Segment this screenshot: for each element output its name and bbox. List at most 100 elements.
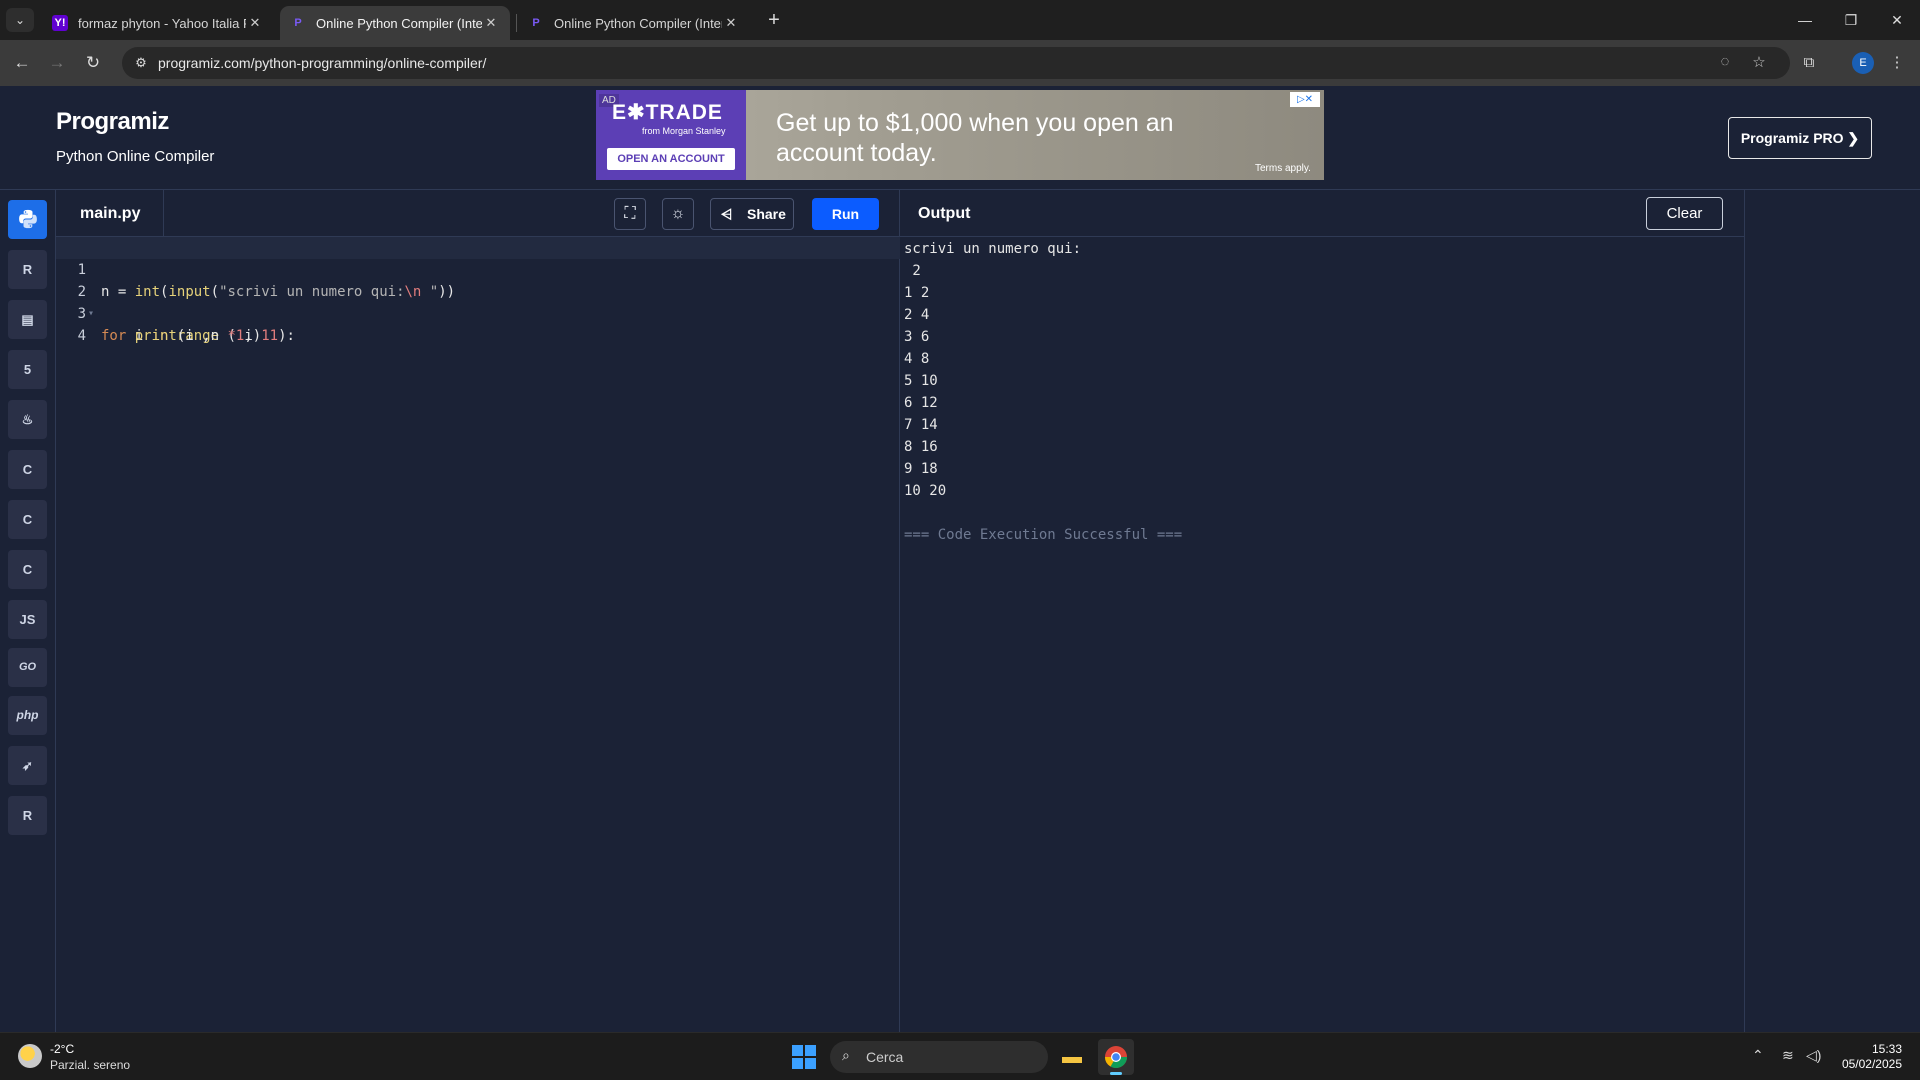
windows-start-icon[interactable] <box>792 1045 816 1069</box>
line-number: 4 <box>77 328 86 344</box>
output-line: 10 20 <box>904 483 947 499</box>
reload-button[interactable]: ↻ <box>79 50 107 76</box>
clear-button[interactable]: Clear <box>1646 197 1723 230</box>
output-title: Output <box>918 205 971 222</box>
open-account-button[interactable]: OPEN AN ACCOUNT <box>607 148 735 170</box>
go-icon[interactable]: GO <box>8 648 47 687</box>
tab-search-button[interactable]: ⌄ <box>6 8 34 32</box>
programiz-pro-button[interactable]: Programiz PRO ❯ <box>1728 117 1872 159</box>
output-line: 6 12 <box>904 395 938 411</box>
share-label: Share <box>747 206 786 222</box>
output-console[interactable]: scrivi un numero qui: 2 1 2 2 4 3 6 4 8 5 10 6… <box>904 238 1182 546</box>
tab-programiz-active[interactable]: P Online Python Compiler (Interp ✕ <box>280 6 510 40</box>
page-subtitle: Python Online Compiler <box>56 148 215 165</box>
execution-status: === Code Execution Successful === <box>904 527 1183 543</box>
code-text[interactable]: print(i ,n * i) <box>101 325 261 347</box>
browser-tab-strip: ⌄ Y! formaz phyton - Yahoo Italia Ri ✕ P… <box>0 0 1920 40</box>
java-icon[interactable]: ♨ <box>8 400 47 439</box>
output-line: 4 8 <box>904 351 930 367</box>
programiz-icon: P <box>532 17 540 29</box>
star-icon[interactable]: ☆ <box>1748 53 1770 73</box>
programiz-logo[interactable]: Programiz <box>56 108 169 136</box>
output-line: 8 16 <box>904 439 938 455</box>
extensions-icon[interactable]: ⧉ <box>1796 50 1822 76</box>
output-line: 7 14 <box>904 417 938 433</box>
output-panel: Output Clear scrivi un numero qui: 2 1 2 2… <box>900 190 1745 1032</box>
url-text[interactable]: programiz.com/python-programming/online-… <box>158 55 486 71</box>
tab-yahoo[interactable]: Y! formaz phyton - Yahoo Italia Ri ✕ <box>42 6 274 40</box>
code-area[interactable]: 1 n = int(input("scrivi un numero qui:\n… <box>56 237 900 344</box>
tab-separator <box>516 14 517 32</box>
code-line[interactable]: 1 n = int(input("scrivi un numero qui:\n… <box>56 237 900 300</box>
close-icon[interactable]: ✕ <box>246 15 264 31</box>
address-bar[interactable]: ⚙ programiz.com/python-programming/onlin… <box>122 47 1790 79</box>
php-icon[interactable]: php <box>8 696 47 735</box>
c-icon[interactable]: C <box>8 450 47 489</box>
python-logo-icon <box>18 209 37 229</box>
taskbar-clock[interactable]: 15:33 05/02/2025 <box>1832 1042 1902 1072</box>
tab-programiz[interactable]: P Online Python Compiler (Interp ✕ <box>518 6 750 40</box>
minimize-button[interactable]: — <box>1782 6 1828 34</box>
chrome-taskbar-icon[interactable] <box>1098 1039 1134 1075</box>
code-line[interactable]: 4 <box>56 303 900 344</box>
temperature[interactable]: -2°C <box>50 1042 74 1056</box>
right-gutter <box>1745 190 1920 1032</box>
sql-icon[interactable]: ▤ <box>8 300 47 339</box>
fullscreen-icon[interactable]: ⛶ <box>614 198 646 230</box>
file-tab-main[interactable]: main.py <box>56 190 164 237</box>
share-button[interactable]: ⩤ Share <box>710 198 794 230</box>
profile-avatar[interactable]: E <box>1852 52 1874 74</box>
ad-close-icon[interactable]: ▷✕ <box>1290 92 1320 107</box>
r-icon[interactable]: R <box>8 250 47 289</box>
editor-toolbar: main.py ⛶ ☼ ⩤ Share Run <box>56 190 900 237</box>
share-icon: ⩤ <box>721 206 733 222</box>
search-icon: ⌕ <box>842 1047 850 1063</box>
output-line: scrivi un numero qui: <box>904 241 1082 257</box>
programiz-icon: P <box>294 17 302 29</box>
eye-off-icon[interactable]: ◌ <box>1714 53 1736 73</box>
browser-toolbar: ← → ↻ ⚙ programiz.com/python-programming… <box>0 40 1920 86</box>
new-tab-button[interactable]: + <box>760 8 788 34</box>
chrome-icon <box>1105 1046 1127 1068</box>
html-icon[interactable]: 5 <box>8 350 47 389</box>
weather-icon[interactable] <box>18 1044 42 1068</box>
weather-description[interactable]: Parzial. sereno <box>50 1058 130 1072</box>
forward-button[interactable]: → <box>43 50 71 76</box>
theme-toggle-icon[interactable]: ☼ <box>662 198 694 230</box>
chevron-up-icon[interactable]: ⌃ <box>1752 1047 1764 1064</box>
restore-button[interactable]: ❐ <box>1828 6 1874 34</box>
python-icon[interactable] <box>8 200 47 239</box>
clock-date: 05/02/2025 <box>1841 1057 1902 1071</box>
window-close-button[interactable]: ✕ <box>1874 6 1920 34</box>
tab-title: Online Python Compiler (Interp <box>316 15 482 31</box>
etrade-logo: E✱TRADE <box>612 101 723 124</box>
run-button[interactable]: Run <box>812 198 879 230</box>
ad-headline: Get up to $1,000 when you open an accoun… <box>776 109 1174 167</box>
code-editor-panel: main.py ⛶ ☼ ⩤ Share Run 1 n = int(input(… <box>56 190 900 1032</box>
site-info-icon[interactable]: ⚙ <box>132 54 150 72</box>
taskbar-search[interactable]: ⌕ Cerca <box>830 1041 1048 1073</box>
clock-time: 15:33 <box>1871 1042 1902 1056</box>
js-icon[interactable]: JS <box>8 600 47 639</box>
output-line: 9 18 <box>904 461 938 477</box>
back-button[interactable]: ← <box>8 50 36 76</box>
file-explorer-icon[interactable]: ▬ <box>1054 1039 1090 1075</box>
wifi-icon[interactable]: ≋ <box>1782 1047 1794 1064</box>
cpp-icon[interactable]: C <box>8 500 47 539</box>
code-line[interactable]: 2 ▾ for i in range (1, 11): <box>56 259 900 344</box>
output-line: 2 <box>904 263 921 279</box>
code-line[interactable]: 3 print(i ,n * i) <box>56 281 900 344</box>
ad-terms: Terms apply. <box>1255 163 1311 174</box>
menu-icon[interactable]: ⋮ <box>1884 50 1910 76</box>
swift-icon[interactable]: ➶ <box>8 746 47 785</box>
close-icon[interactable]: ✕ <box>722 15 740 31</box>
close-icon[interactable]: ✕ <box>482 15 500 31</box>
csharp-icon[interactable]: C <box>8 550 47 589</box>
volume-icon[interactable]: ◁) <box>1806 1047 1821 1064</box>
ad-brand-panel: AD E✱TRADE from Morgan Stanley OPEN AN A… <box>596 90 746 180</box>
yahoo-icon: Y! <box>52 15 68 31</box>
ad-banner[interactable]: AD E✱TRADE from Morgan Stanley OPEN AN A… <box>596 90 1324 180</box>
output-line: 2 4 <box>904 307 930 323</box>
rust-icon[interactable]: R <box>8 796 47 835</box>
